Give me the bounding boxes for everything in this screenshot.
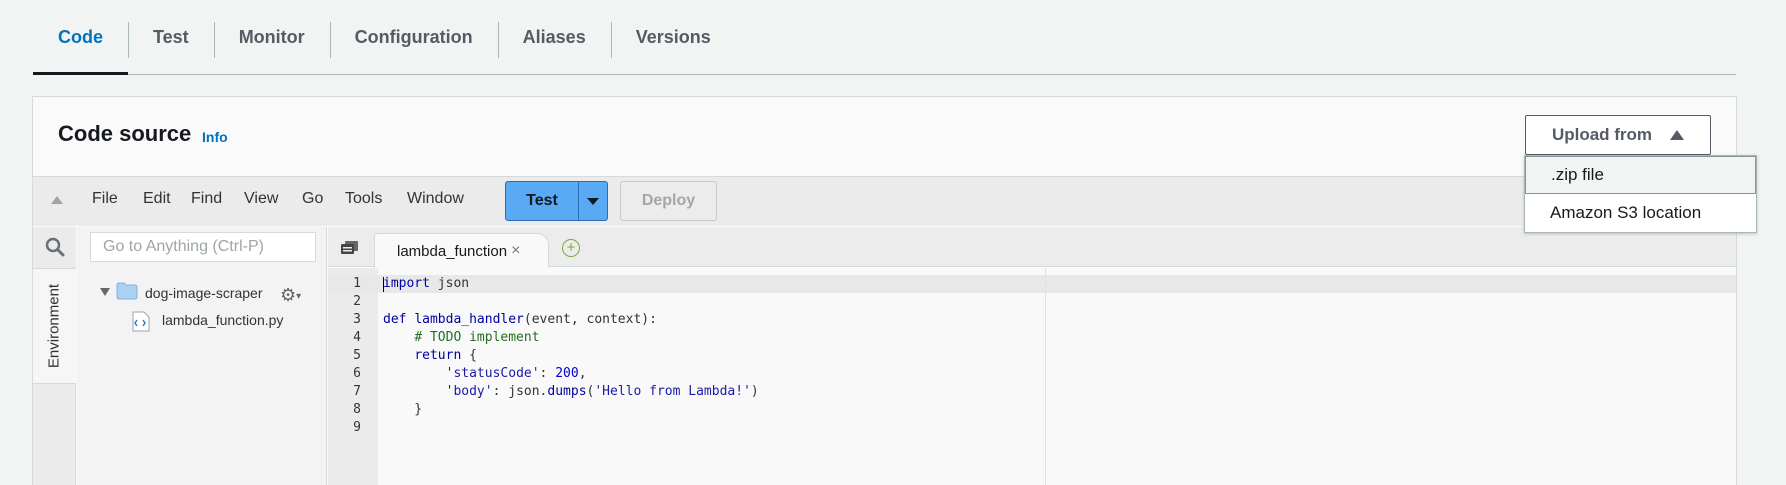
line-number: 9 — [353, 420, 361, 435]
tab-test[interactable]: Test — [128, 0, 214, 74]
print-margin — [1045, 268, 1046, 485]
editor-tab-lambda-function[interactable]: lambda_function × — [374, 233, 549, 268]
tab-label: Versions — [635, 26, 711, 47]
folder-expand-icon[interactable] — [100, 288, 110, 296]
search-icon[interactable] — [33, 227, 76, 267]
line-number: 3 — [353, 312, 361, 327]
text-cursor — [383, 277, 384, 292]
python-file-icon — [132, 311, 150, 332]
code-line: 'statusCode': 200, — [445, 366, 587, 381]
function-tabs: Code Test Monitor Configuration Aliases … — [33, 0, 1736, 75]
code-line: # TODO implement — [414, 330, 540, 345]
tab-monitor[interactable]: Monitor — [213, 0, 330, 74]
upload-dropdown-menu: .zip file Amazon S3 location — [1524, 155, 1757, 233]
caret-down-icon — [587, 197, 599, 205]
line-number: 2 — [353, 294, 361, 309]
tab-code[interactable]: Code — [33, 0, 128, 75]
caret-up-icon — [1670, 130, 1685, 140]
add-tab-icon[interactable]: + — [562, 239, 580, 257]
code-line: def lambda_handler(event, context): — [383, 312, 657, 327]
environment-label: Environment — [45, 283, 63, 369]
menu-window[interactable]: Window — [407, 190, 464, 208]
menu-find[interactable]: Find — [191, 190, 222, 208]
tabs-menu-icon[interactable] — [341, 241, 358, 254]
tab-label: Code — [58, 26, 103, 47]
deploy-button[interactable]: Deploy — [620, 181, 717, 221]
active-line-highlight — [328, 275, 1736, 293]
line-number: 1 — [353, 276, 361, 291]
code-line: return { — [414, 348, 477, 363]
upload-from-button[interactable]: Upload from — [1525, 115, 1711, 155]
panel-title: Code source — [58, 121, 192, 146]
tab-versions[interactable]: Versions — [610, 0, 736, 74]
menu-item-zip-file[interactable]: .zip file — [1525, 156, 1756, 194]
collapse-caret-icon[interactable] — [51, 196, 63, 204]
menu-edit[interactable]: Edit — [143, 190, 171, 208]
info-link[interactable]: Info — [202, 129, 228, 145]
editor-tab-label: lambda_function — [397, 242, 508, 260]
test-button[interactable]: Test — [506, 182, 579, 220]
code-line: 'body': json.dumps('Hello from Lambda!') — [445, 384, 759, 399]
code-line: import json — [383, 276, 470, 291]
menu-tools[interactable]: Tools — [345, 190, 382, 208]
line-number: 5 — [353, 348, 361, 363]
tab-label: Monitor — [238, 26, 305, 47]
file-tree — [77, 227, 327, 485]
line-number: 6 — [353, 366, 361, 381]
ide-menubar — [33, 176, 1736, 226]
code-line: } — [383, 402, 423, 417]
folder-icon — [116, 282, 138, 300]
tab-configuration[interactable]: Configuration — [329, 0, 498, 74]
test-dropdown-button[interactable] — [579, 182, 607, 220]
close-icon[interactable]: × — [511, 242, 520, 260]
tab-aliases[interactable]: Aliases — [497, 0, 611, 74]
menu-view[interactable]: View — [244, 190, 278, 208]
gear-icon[interactable]: ⚙▾ — [280, 285, 301, 306]
upload-from-label: Upload from — [1551, 125, 1653, 144]
line-number: 7 — [353, 384, 361, 399]
test-split-button: Test — [505, 181, 608, 221]
line-number: 8 — [353, 402, 361, 417]
tab-label: Configuration — [354, 26, 473, 47]
go-to-anything-input[interactable] — [90, 232, 316, 262]
menu-item-s3-location[interactable]: Amazon S3 location — [1525, 194, 1756, 232]
tab-label: Test — [153, 26, 189, 47]
folder-name[interactable]: dog-image-scraper — [145, 285, 263, 301]
menu-go[interactable]: Go — [302, 190, 323, 208]
file-name[interactable]: lambda_function.py — [162, 312, 283, 328]
menu-file[interactable]: File — [92, 190, 118, 208]
line-number: 4 — [353, 330, 361, 345]
tab-label: Aliases — [522, 26, 586, 47]
